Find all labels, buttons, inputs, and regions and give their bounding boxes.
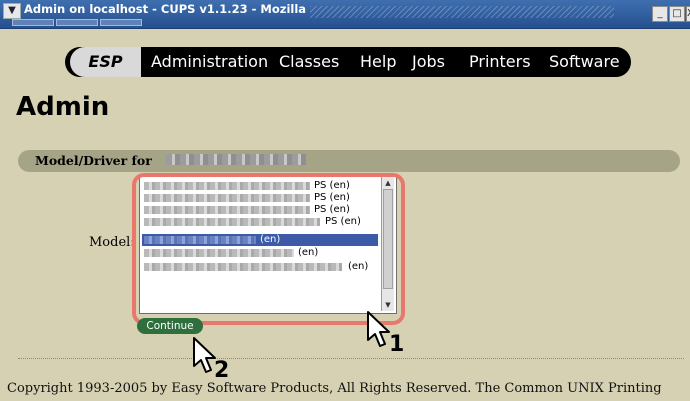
mini-tab[interactable] — [12, 19, 54, 26]
minimize-button[interactable]: _ — [652, 6, 668, 22]
model-driver-label: Model/Driver for — [35, 153, 152, 168]
window-tab-strip — [12, 19, 142, 26]
maximize-button[interactable]: □ — [669, 6, 685, 22]
window-title: Admin on localhost - CUPS v1.1.23 - Mozi… — [24, 2, 307, 16]
nav-esp-logo[interactable]: ESP — [70, 47, 141, 77]
nav-software[interactable]: Software — [549, 47, 620, 77]
browser-window: ▼ Admin on localhost - CUPS v1.1.23 - Mo… — [0, 0, 690, 401]
mini-tab[interactable] — [56, 19, 98, 26]
chevron-down-icon[interactable]: ▼ — [3, 3, 21, 19]
footer-divider — [18, 358, 684, 359]
nav-administration[interactable]: Administration — [151, 47, 268, 77]
mini-tab[interactable] — [100, 19, 142, 26]
model-label: Model: — [89, 235, 135, 250]
continue-button[interactable]: Continue — [137, 318, 203, 334]
nav-jobs[interactable]: Jobs — [412, 47, 445, 77]
redacted-printer-name — [166, 154, 306, 165]
step-number-2: 2 — [214, 358, 230, 383]
copyright-text: Copyright 1993-2005 by Easy Software Pro… — [7, 381, 662, 396]
title-bar-texture — [310, 6, 614, 18]
close-button[interactable]: X — [686, 6, 690, 22]
page-title: Admin — [16, 92, 110, 122]
step1-highlight-box — [132, 173, 405, 325]
nav-classes[interactable]: Classes — [279, 47, 339, 77]
title-bar: ▼ Admin on localhost - CUPS v1.1.23 - Mo… — [0, 0, 690, 29]
nav-printers[interactable]: Printers — [469, 47, 531, 77]
nav-help[interactable]: Help — [360, 47, 396, 77]
cups-nav-bar — [65, 47, 631, 77]
step-number-1: 1 — [389, 332, 405, 357]
